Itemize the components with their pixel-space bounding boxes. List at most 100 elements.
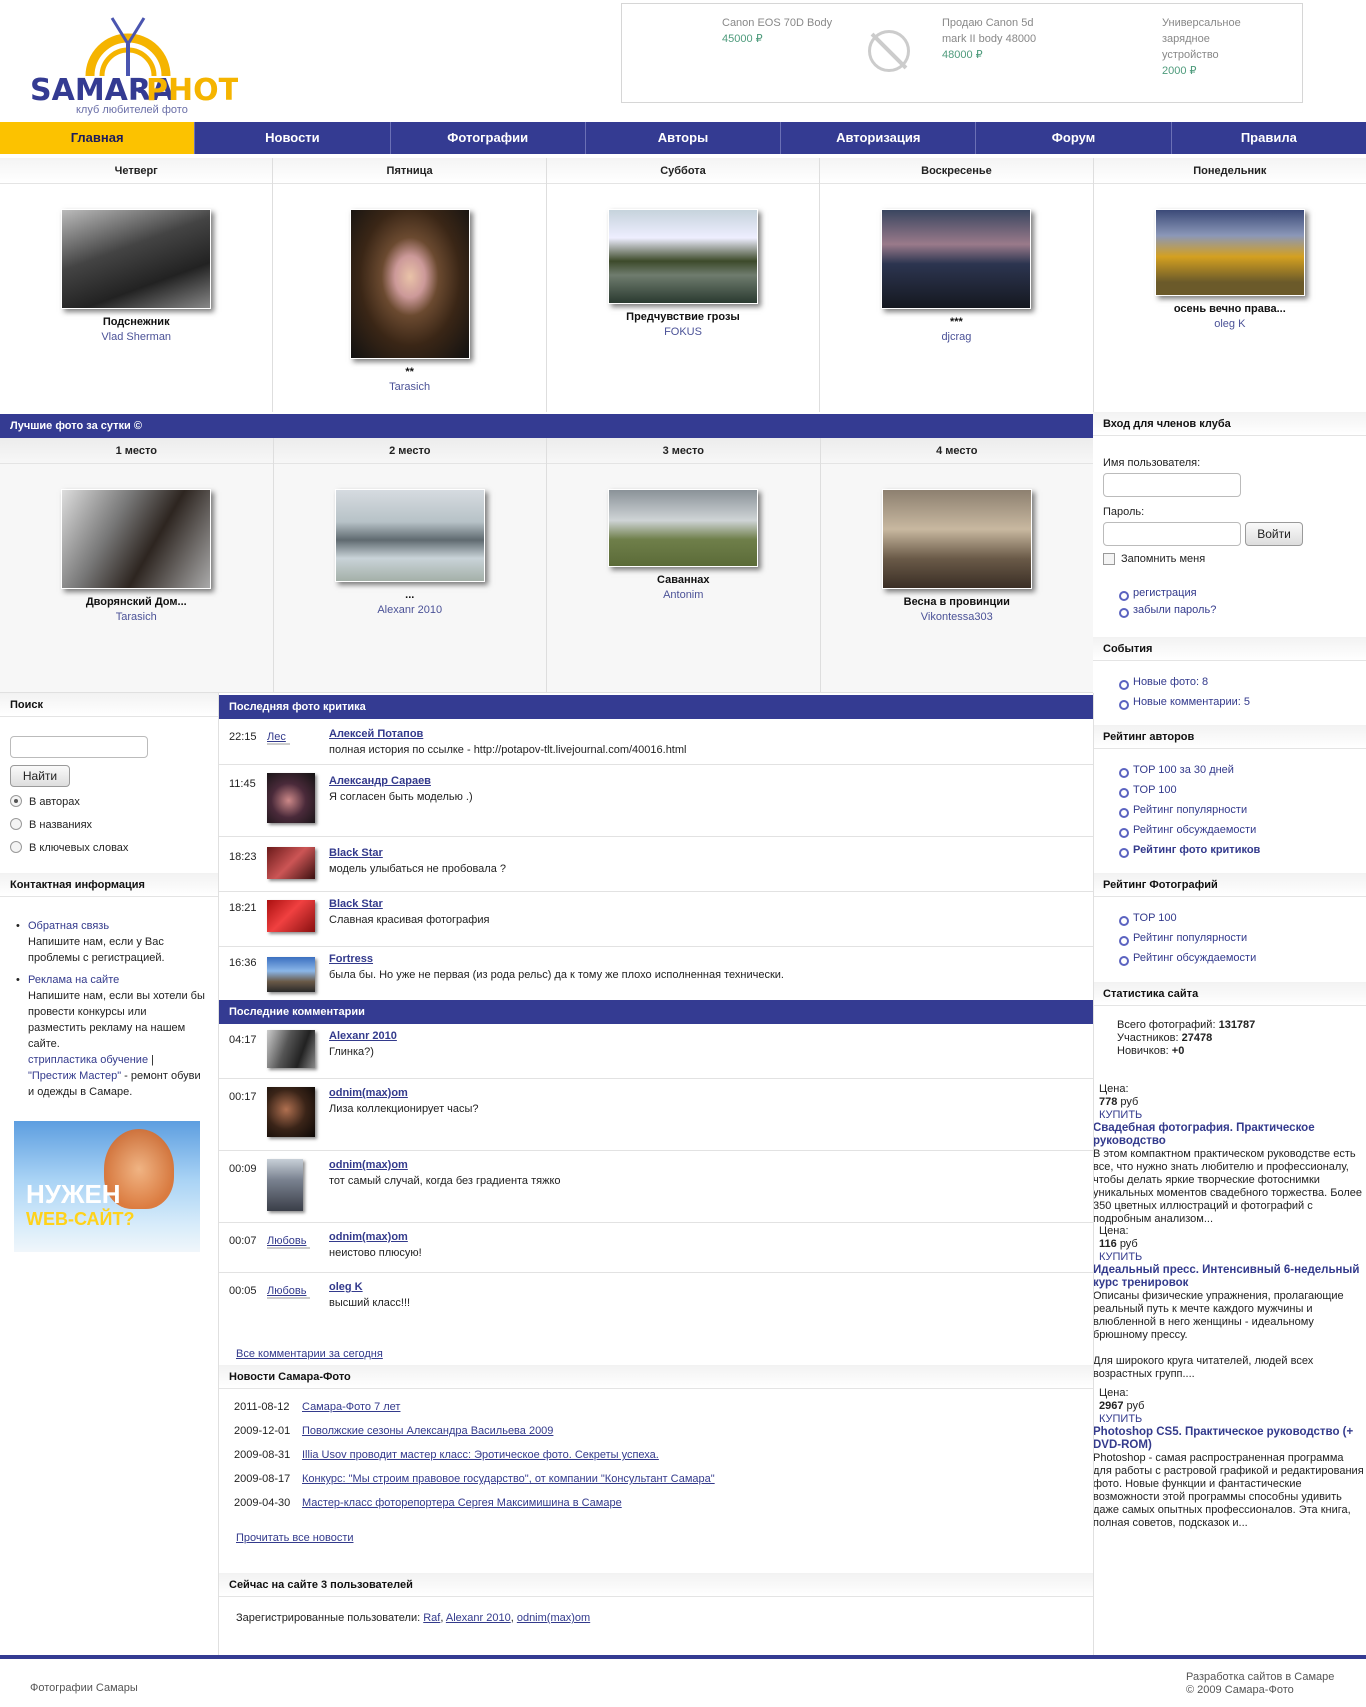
all-comments-link[interactable]: Все комментарии за сегодня [236, 1348, 383, 1360]
photo-rating-discussion[interactable]: Рейтинг обсуждаемости [1115, 952, 1256, 966]
photo-title[interactable]: Дворянский Дом... [0, 596, 273, 608]
photo-thumbnail[interactable] [881, 489, 1032, 589]
remember-checkbox[interactable] [1103, 553, 1115, 565]
ad-title[interactable]: mark II body 48000 [942, 31, 1036, 47]
ads-link[interactable]: Реклама на сайте [28, 972, 206, 988]
buy-link[interactable]: КУПИТЬ [1093, 1413, 1365, 1426]
comment-author[interactable]: odnim(max)om [329, 1159, 408, 1171]
events-new-photos[interactable]: Новые фото: 8 [1115, 676, 1208, 690]
photo-author[interactable]: Alexanr 2010 [274, 604, 547, 616]
extra-link-2[interactable]: "Престиж Мастер" [28, 1070, 121, 1082]
ad-title[interactable]: Универсальное [1162, 15, 1241, 31]
online-user-link[interactable]: odnim(max)om [517, 1612, 590, 1624]
nav-photos[interactable]: Фотографии [391, 122, 586, 154]
photo-author[interactable]: Antonim [547, 589, 820, 601]
rating-discussion[interactable]: Рейтинг обсуждаемости [1115, 824, 1256, 838]
rating-top100[interactable]: TOP 100 [1115, 784, 1177, 798]
rating-critics[interactable]: Рейтинг фото критиков [1115, 844, 1260, 858]
username-input[interactable] [1103, 473, 1241, 497]
photo-thumbnail[interactable] [1154, 209, 1305, 296]
book-title[interactable]: Идеальный пресс. Интенсивный 6-недельный… [1093, 1264, 1365, 1290]
news-title-link[interactable]: Конкурс: "Мы строим правовое государство… [302, 1473, 715, 1485]
ad-title[interactable]: Canon EOS 70D Body [722, 15, 832, 31]
search-button[interactable]: Найти [10, 765, 70, 787]
password-input[interactable] [1103, 522, 1241, 546]
photo-author[interactable]: Tarasich [273, 381, 545, 393]
feedback-link[interactable]: Обратная связь [28, 918, 206, 934]
nav-news[interactable]: Новости [195, 122, 391, 154]
photo-rating-popularity[interactable]: Рейтинг популярности [1115, 932, 1247, 946]
comment-tag[interactable]: Любовь [267, 1285, 311, 1299]
nav-rules[interactable]: Правила [1172, 122, 1366, 154]
critique-thumbnail[interactable] [267, 847, 315, 879]
photo-author[interactable]: Tarasich [0, 611, 273, 623]
comment-author[interactable]: Alexanr 2010 [329, 1030, 397, 1042]
photo-author[interactable]: Vlad Sherman [0, 331, 272, 343]
comment-thumbnail[interactable] [267, 1159, 303, 1211]
comment-thumbnail[interactable] [267, 1030, 315, 1068]
online-user-link[interactable]: Raf [423, 1612, 440, 1624]
web-site-banner[interactable]: НУЖЕН WEB-САЙТ? [14, 1121, 200, 1252]
critique-thumbnail[interactable] [267, 773, 315, 823]
photo-title[interactable]: *** [820, 316, 1092, 328]
search-option-authors-radio[interactable] [10, 795, 22, 807]
search-input[interactable] [10, 736, 148, 758]
news-title-link[interactable]: Самара-Фото 7 лет [302, 1401, 400, 1413]
news-title-link[interactable]: Мастер-класс фоторепортера Сергея Максим… [302, 1497, 622, 1509]
photo-rating-top100[interactable]: TOP 100 [1115, 912, 1177, 926]
ad-item[interactable]: Продаю Canon 5d mark II body 48000 48000… [942, 15, 1036, 63]
news-title-link[interactable]: Поволжские сезоны Александра Васильева 2… [302, 1425, 553, 1437]
extra-link-1[interactable]: стрипластика обучение [28, 1054, 148, 1066]
photo-title[interactable]: Саваннах [547, 574, 820, 586]
ad-title[interactable]: устройство [1162, 47, 1241, 63]
photo-thumbnail[interactable] [608, 489, 759, 567]
photo-title[interactable]: Весна в провинции [821, 596, 1094, 608]
rating-popularity[interactable]: Рейтинг популярности [1115, 804, 1247, 818]
online-user-link[interactable]: Alexanr 2010 [446, 1612, 511, 1624]
nav-home[interactable]: Главная [0, 122, 196, 154]
comment-author[interactable]: odnim(max)om [329, 1231, 408, 1243]
photo-author[interactable]: djcrag [820, 331, 1092, 343]
ad-title[interactable]: Продаю Canon 5d [942, 15, 1036, 31]
book-title[interactable]: Свадебная фотография. Практическое руков… [1093, 1122, 1365, 1148]
photo-thumbnail[interactable] [881, 209, 1032, 309]
events-new-comments[interactable]: Новые комментарии: 5 [1115, 696, 1250, 710]
critique-author[interactable]: Black Star [329, 847, 383, 859]
photo-thumbnail[interactable] [334, 489, 485, 582]
footer-left-link[interactable]: Фотографии Самары [30, 1682, 138, 1694]
photo-author[interactable]: Vikontessa303 [821, 611, 1094, 623]
comment-thumbnail[interactable] [267, 1087, 315, 1137]
critique-thumbnail[interactable] [267, 957, 315, 992]
ad-item[interactable]: Canon EOS 70D Body 45000 ₽ [722, 15, 832, 47]
photo-title[interactable]: ... [274, 589, 547, 601]
nav-login[interactable]: Авторизация [781, 122, 977, 154]
critique-tag[interactable]: Лес [267, 731, 290, 745]
login-button[interactable]: Войти [1245, 522, 1303, 546]
comment-author[interactable]: oleg K [329, 1281, 363, 1293]
comment-author[interactable]: odnim(max)om [329, 1087, 408, 1099]
critique-author[interactable]: Black Star [329, 898, 383, 910]
rating-top100-30days[interactable]: TOP 100 за 30 дней [1115, 764, 1234, 778]
photo-title[interactable]: Подснежник [0, 316, 272, 328]
photo-author[interactable]: oleg K [1094, 318, 1366, 330]
search-option-keywords-radio[interactable] [10, 841, 22, 853]
footer-dev-link[interactable]: Разработка сайтов в Самаре [1186, 1671, 1334, 1683]
ad-item[interactable]: Универсальное зарядное устройство 2000 ₽ [1162, 15, 1241, 79]
search-option-titles-radio[interactable] [10, 818, 22, 830]
forgot-password-link[interactable]: забыли пароль? [1115, 604, 1216, 618]
photo-thumbnail[interactable] [608, 209, 759, 304]
critique-author[interactable]: Алексей Потапов [329, 728, 423, 740]
buy-link[interactable]: КУПИТЬ [1093, 1109, 1365, 1122]
photo-thumbnail[interactable] [61, 489, 212, 589]
nav-forum[interactable]: Форум [976, 122, 1172, 154]
photo-thumbnail[interactable] [349, 209, 470, 359]
comment-tag[interactable]: Любовь [267, 1235, 311, 1249]
photo-title[interactable]: осень вечно права... [1094, 303, 1366, 315]
critique-thumbnail[interactable] [267, 900, 315, 932]
photo-title[interactable]: ** [273, 366, 545, 378]
photo-author[interactable]: FOKUS [547, 326, 819, 338]
ad-title[interactable]: зарядное [1162, 31, 1241, 47]
news-title-link[interactable]: Illia Usov проводит мастер класс: Эротич… [302, 1449, 659, 1461]
critique-author[interactable]: Fortress [329, 953, 373, 965]
photo-thumbnail[interactable] [61, 209, 212, 309]
